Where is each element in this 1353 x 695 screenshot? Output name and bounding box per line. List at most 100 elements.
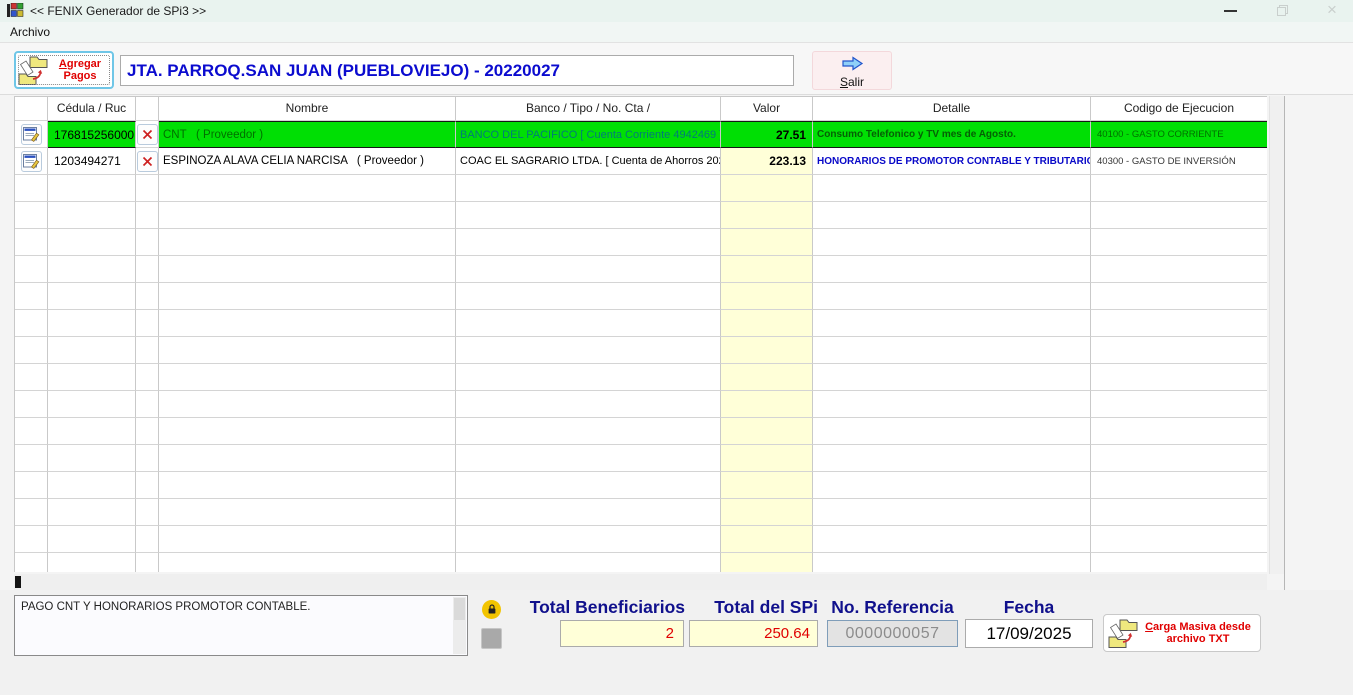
empty-cell xyxy=(456,364,721,391)
empty-cell xyxy=(721,364,813,391)
empty-row xyxy=(15,391,1267,418)
empty-cell xyxy=(159,445,456,472)
fecha-label: Fecha xyxy=(965,597,1093,618)
empty-cell xyxy=(456,499,721,526)
header-cedula: Cédula / Ruc xyxy=(48,97,136,121)
cell-cedula: 1203494271 xyxy=(48,148,136,175)
empty-row xyxy=(15,418,1267,445)
empty-cell xyxy=(136,445,159,472)
empty-cell xyxy=(159,175,456,202)
empty-cell xyxy=(48,553,136,572)
empty-cell xyxy=(159,526,456,553)
empty-cell xyxy=(136,310,159,337)
empty-cell xyxy=(159,283,456,310)
empty-row xyxy=(15,175,1267,202)
menu-bar: Archivo xyxy=(0,22,1353,43)
payment-row[interactable]: 1203494271ESPINOZA ALAVA CELIA NARCISA (… xyxy=(15,148,1267,175)
window-title: << FENIX Generador de SPi3 >> xyxy=(30,4,206,18)
empty-cell xyxy=(813,337,1091,364)
empty-cell xyxy=(15,175,48,202)
edit-row-button[interactable] xyxy=(21,151,42,172)
empty-cell xyxy=(721,202,813,229)
scrollbar-thumb[interactable] xyxy=(15,576,21,588)
empty-cell xyxy=(159,202,456,229)
salir-button[interactable]: Salir xyxy=(812,51,892,90)
cell-nombre: CNT ( Proveedor ) xyxy=(159,121,456,148)
header-detalle: Detalle xyxy=(813,97,1091,121)
empty-cell xyxy=(15,499,48,526)
observaciones-scroll-thumb[interactable] xyxy=(454,598,465,620)
empty-cell xyxy=(159,229,456,256)
add-payments-folders-icon xyxy=(17,55,49,86)
delete-row-button[interactable] xyxy=(137,151,158,172)
delete-row-button-cell xyxy=(136,148,159,175)
grid-header: Cédula / Ruc Nombre Banco / Tipo / No. C… xyxy=(15,97,1267,121)
empty-cell xyxy=(456,391,721,418)
payments-grid: Cédula / Ruc Nombre Banco / Tipo / No. C… xyxy=(14,96,1267,572)
carga-masiva-button[interactable]: Carga Masiva desde archivo TXT xyxy=(1103,614,1261,652)
close-button[interactable]: × xyxy=(1312,0,1352,22)
empty-cell xyxy=(721,499,813,526)
empty-cell xyxy=(456,472,721,499)
load-txt-folders-icon xyxy=(1107,618,1139,649)
empty-cell xyxy=(159,391,456,418)
cell-valor: 27.51 xyxy=(721,121,813,148)
grid-horizontal-scrollbar[interactable] xyxy=(14,574,1267,590)
empty-cell xyxy=(15,472,48,499)
agregar-pagos-button[interactable]: Agregar Pagos xyxy=(14,51,114,89)
empty-cell xyxy=(813,364,1091,391)
header-banco: Banco / Tipo / No. Cta / xyxy=(456,97,721,121)
empty-cell xyxy=(136,526,159,553)
color-swatch-button[interactable] xyxy=(481,628,502,649)
empty-cell xyxy=(136,229,159,256)
empty-cell xyxy=(48,283,136,310)
lock-button[interactable] xyxy=(482,600,501,619)
header-nombre: Nombre xyxy=(159,97,456,121)
empty-cell xyxy=(15,526,48,553)
menu-archivo[interactable]: Archivo xyxy=(10,25,50,39)
cell-banco: BANCO DEL PACIFICO [ Cuenta Corriente 49… xyxy=(456,121,721,148)
empty-row xyxy=(15,229,1267,256)
empty-cell xyxy=(159,256,456,283)
empty-cell xyxy=(721,175,813,202)
empty-cell xyxy=(15,337,48,364)
delete-row-button[interactable] xyxy=(137,124,158,145)
empty-cell xyxy=(813,391,1091,418)
observaciones-textarea[interactable]: PAGO CNT Y HONORARIOS PROMOTOR CONTABLE. xyxy=(14,595,468,656)
empty-cell xyxy=(721,310,813,337)
cell-valor: 223.13 xyxy=(721,148,813,175)
edit-row-button[interactable] xyxy=(21,124,42,145)
empty-cell xyxy=(721,418,813,445)
empty-cell xyxy=(15,445,48,472)
observaciones-scrollbar[interactable] xyxy=(453,597,466,654)
empty-cell xyxy=(48,310,136,337)
minimize-button[interactable] xyxy=(1210,0,1250,22)
empty-row xyxy=(15,499,1267,526)
fecha-input[interactable]: 17/09/2025 xyxy=(965,619,1093,648)
empty-cell xyxy=(159,553,456,572)
empty-cell xyxy=(136,175,159,202)
empty-cell xyxy=(456,229,721,256)
exit-arrow-icon xyxy=(841,56,864,71)
spi-title-input[interactable] xyxy=(120,55,794,86)
empty-cell xyxy=(1091,445,1267,472)
grid-vertical-scrollbar[interactable] xyxy=(1269,96,1284,574)
empty-cell xyxy=(456,310,721,337)
payment-row[interactable]: 1768152560001 CNT ( Proveedor )BANCO DEL … xyxy=(15,121,1267,148)
empty-cell xyxy=(721,229,813,256)
empty-cell xyxy=(48,526,136,553)
cell-cedula: 1768152560001 xyxy=(48,121,136,148)
cell-detalle: HONORARIOS DE PROMOTOR CONTABLE Y TRIBUT… xyxy=(813,148,1091,175)
empty-cell xyxy=(15,310,48,337)
restore-button[interactable] xyxy=(1262,0,1302,22)
empty-cell xyxy=(136,553,159,572)
empty-cell xyxy=(48,499,136,526)
empty-cell xyxy=(721,526,813,553)
cell-banco: COAC EL SAGRARIO LTDA. [ Cuenta de Ahorr… xyxy=(456,148,721,175)
empty-row xyxy=(15,310,1267,337)
empty-cell xyxy=(813,202,1091,229)
empty-cell xyxy=(1091,283,1267,310)
empty-cell xyxy=(136,364,159,391)
header-codigo: Codigo de Ejecucion xyxy=(1091,97,1267,121)
empty-cell xyxy=(15,364,48,391)
